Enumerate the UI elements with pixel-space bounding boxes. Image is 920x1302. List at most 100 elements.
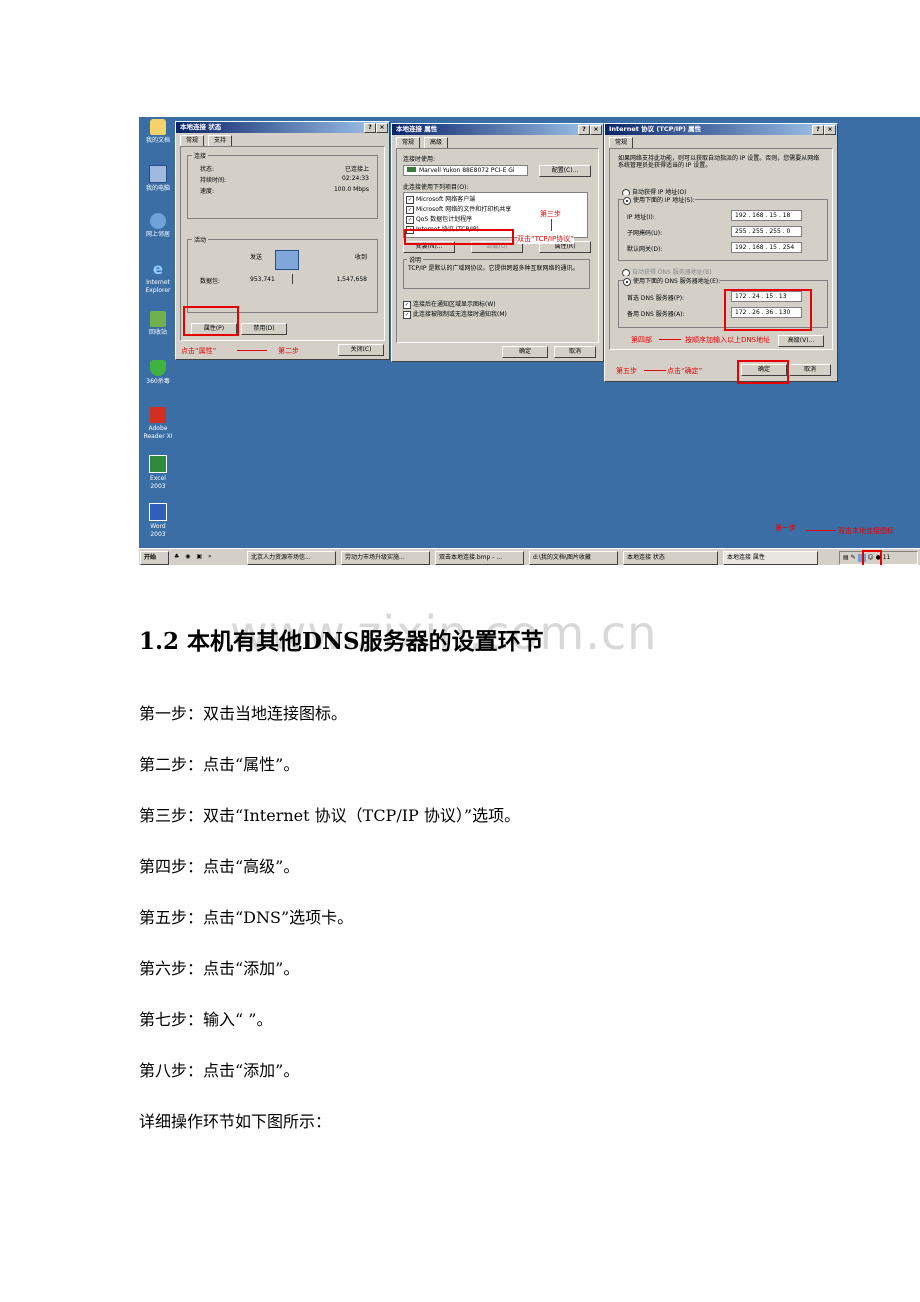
packets-sent: 953,741: [250, 276, 275, 283]
screenshot-image: 我的文档 我的电脑 网上邻居 e Internet Explorer 回收站 3…: [139, 117, 920, 565]
annotation-step4: 第四部: [631, 336, 652, 344]
highlight-network-tray: [862, 550, 882, 565]
show-icon-checkbox[interactable]: ✓ 连接后在通知区域显示图标(W): [403, 299, 496, 309]
recycle-bin-icon: [150, 311, 166, 327]
status-window-titlebar[interactable]: 本地连接 状态 ? ×: [176, 122, 389, 133]
close-icon[interactable]: ×: [824, 125, 836, 135]
description-text: TCP/IP 是默认的广域网协议。它提供跨越多种互联网络的通讯。: [408, 265, 579, 272]
desktop-icon-my-computer[interactable]: 我的电脑: [142, 165, 174, 193]
status-value: 已连接上: [344, 166, 369, 173]
step-1: 第一步：双击当地连接图标。: [139, 704, 348, 723]
props-tab-pane: 连接时使用: Marvell Yukon 88E8072 PCI-E Gi 配置…: [396, 148, 599, 343]
taskbar-item-1[interactable]: 北京人力资源市场信...: [247, 551, 336, 565]
highlight-ok: [737, 360, 789, 384]
help-button[interactable]: ?: [364, 123, 376, 133]
checkbox[interactable]: ✓: [406, 215, 414, 224]
annotation-step1-desc: 双击本地连接图标: [838, 527, 894, 535]
packets-received: 1,547,658: [336, 276, 367, 283]
help-button[interactable]: ?: [812, 125, 824, 135]
checkbox[interactable]: ✓: [406, 195, 414, 204]
list-item[interactable]: ✓ Microsoft 网络客户端: [406, 195, 475, 204]
speed-value: 100.0 Mbps: [333, 186, 369, 193]
ip-address-field[interactable]: 192 . 168 . 15 . 18: [731, 210, 802, 221]
detail-caption: 详细操作环节如下图所示：: [139, 1112, 332, 1131]
configure-button[interactable]: 配置(C)...: [539, 165, 591, 177]
annotation-step5-desc: 点击“确定”: [667, 367, 703, 375]
manual-ip-radio[interactable]: 使用下面的 IP 地址(S):: [623, 195, 695, 205]
excel-icon: [149, 455, 167, 473]
desktop-icon-excel[interactable]: Excel 2003: [142, 455, 174, 491]
arrow-line: [806, 530, 836, 531]
word-icon: [149, 503, 167, 521]
tab-advanced[interactable]: 高级: [424, 137, 449, 148]
annotation-step1: 第一步: [775, 524, 796, 532]
annotation-step2: 第二步: [278, 347, 299, 355]
network-computers-icon: [275, 250, 299, 270]
start-button[interactable]: 开始: [140, 551, 169, 565]
divider: [292, 274, 293, 284]
activity-group: 活动 发送 收到 数据包: 953,741 1,547,658: [187, 235, 378, 313]
shield-icon: [150, 360, 166, 376]
pdf-icon: [150, 407, 166, 423]
tab-general[interactable]: 常规: [609, 137, 634, 148]
step-6: 第六步：点击“添加”。: [139, 959, 300, 978]
arrow-line: [237, 350, 267, 351]
desktop-icon-360[interactable]: 360杀毒: [142, 360, 174, 386]
taskbar: 开始 ♣ ◉ ▣ » 北京人力资源市场信... 劳动力市场升级实施... 双击本…: [139, 548, 920, 565]
list-item[interactable]: ✓ Microsoft 网络的文件和打印机共享: [406, 205, 511, 214]
tab-general[interactable]: 常规: [396, 137, 421, 148]
quick-launch[interactable]: ♣ ◉ ▣ »: [171, 551, 238, 563]
taskbar-item-2[interactable]: 劳动力市场升级实施...: [341, 551, 430, 565]
manual-dns-radio[interactable]: 使用下面的 DNS 服务器地址(E):: [623, 276, 721, 286]
cancel-button[interactable]: 取消: [554, 346, 596, 358]
intro-text: 如果网络支持此功能，则可以获取自动指派的 IP 设置。否则，您需要从网络系统管理…: [618, 155, 820, 169]
checkbox[interactable]: ✓: [406, 205, 414, 214]
arrow-line: [659, 339, 681, 340]
close-icon[interactable]: ×: [590, 125, 602, 135]
cancel-button[interactable]: 取消: [789, 364, 831, 376]
tab-support[interactable]: 支持: [208, 135, 233, 146]
step-7: 第七步：输入“ ”。: [139, 1010, 273, 1029]
computer-icon: [149, 165, 167, 183]
duration-value: 02:24:33: [342, 175, 369, 182]
highlight-tcpip: [404, 229, 514, 245]
list-item[interactable]: ✓ QoS 数据包计划程序: [406, 215, 472, 224]
tab-general[interactable]: 常规: [180, 135, 205, 146]
step-5: 第五步：点击“DNS”选项卡。: [139, 908, 354, 927]
folder-icon: [150, 119, 166, 135]
close-icon[interactable]: ×: [376, 123, 388, 133]
description-group: 说明 TCP/IP 是默认的广域网协议。它提供跨越多种互联网络的通讯。: [403, 255, 590, 289]
ie-icon: e: [152, 260, 164, 278]
section-heading: 1.2 本机有其他DNS服务器的设置环节: [139, 628, 544, 655]
advanced-button[interactable]: 高级(V)...: [778, 335, 824, 347]
step-2: 第二步：点击“属性”。: [139, 755, 300, 774]
desktop-icon-adobe[interactable]: Adobe Reader XI: [142, 407, 174, 441]
desktop-icon-network[interactable]: 网上邻居: [142, 213, 174, 239]
step-8: 第八步：点击“添加”。: [139, 1061, 300, 1080]
annotation-step3-desc: 双击“TCP/IP协议”: [517, 234, 574, 244]
arrow-line: [644, 370, 666, 371]
desktop-icon-ie[interactable]: e Internet Explorer: [142, 261, 174, 295]
tray-icons[interactable]: ▤ ✎: [843, 554, 858, 561]
subnet-mask-field[interactable]: 255 . 255 . 255 . 0: [731, 226, 802, 237]
desktop-icon-recycle-bin[interactable]: 回收站: [142, 311, 174, 337]
taskbar-item-3[interactable]: 双击本地连接.bmp - ...: [435, 551, 524, 565]
tcpip-window-titlebar[interactable]: Internet 协议 (TCP/IP) 属性 ? ×: [605, 124, 837, 135]
step-3: 第三步：双击“Internet 协议（TCP/IP 协议）”选项。: [139, 806, 521, 825]
taskbar-item-6[interactable]: 本地连接 属性: [723, 551, 818, 565]
taskbar-item-5[interactable]: 本地连接 状态: [623, 551, 718, 565]
highlight-dns-fields: [724, 289, 812, 331]
arrow-line: [551, 219, 552, 231]
properties-window-titlebar[interactable]: 本地连接 属性 ? ×: [392, 124, 603, 135]
highlight-properties: [183, 306, 239, 336]
gateway-field[interactable]: 192 . 168 . 15 . 254: [731, 242, 802, 253]
annotation-step2-desc: 点击“属性”: [181, 347, 217, 355]
help-button[interactable]: ?: [578, 125, 590, 135]
desktop-icon-word[interactable]: Word 2003: [142, 503, 174, 539]
notify-checkbox[interactable]: ✓ 此连接被限制或无连接时通知我(M): [403, 309, 507, 319]
close-button[interactable]: 关闭(C): [338, 344, 384, 356]
taskbar-item-4[interactable]: d:\我的文档\图片收藏: [529, 551, 618, 565]
desktop-icon-my-documents[interactable]: 我的文档: [142, 119, 174, 145]
ok-button[interactable]: 确定: [502, 346, 548, 358]
disable-button[interactable]: 禁用(D): [241, 323, 287, 335]
